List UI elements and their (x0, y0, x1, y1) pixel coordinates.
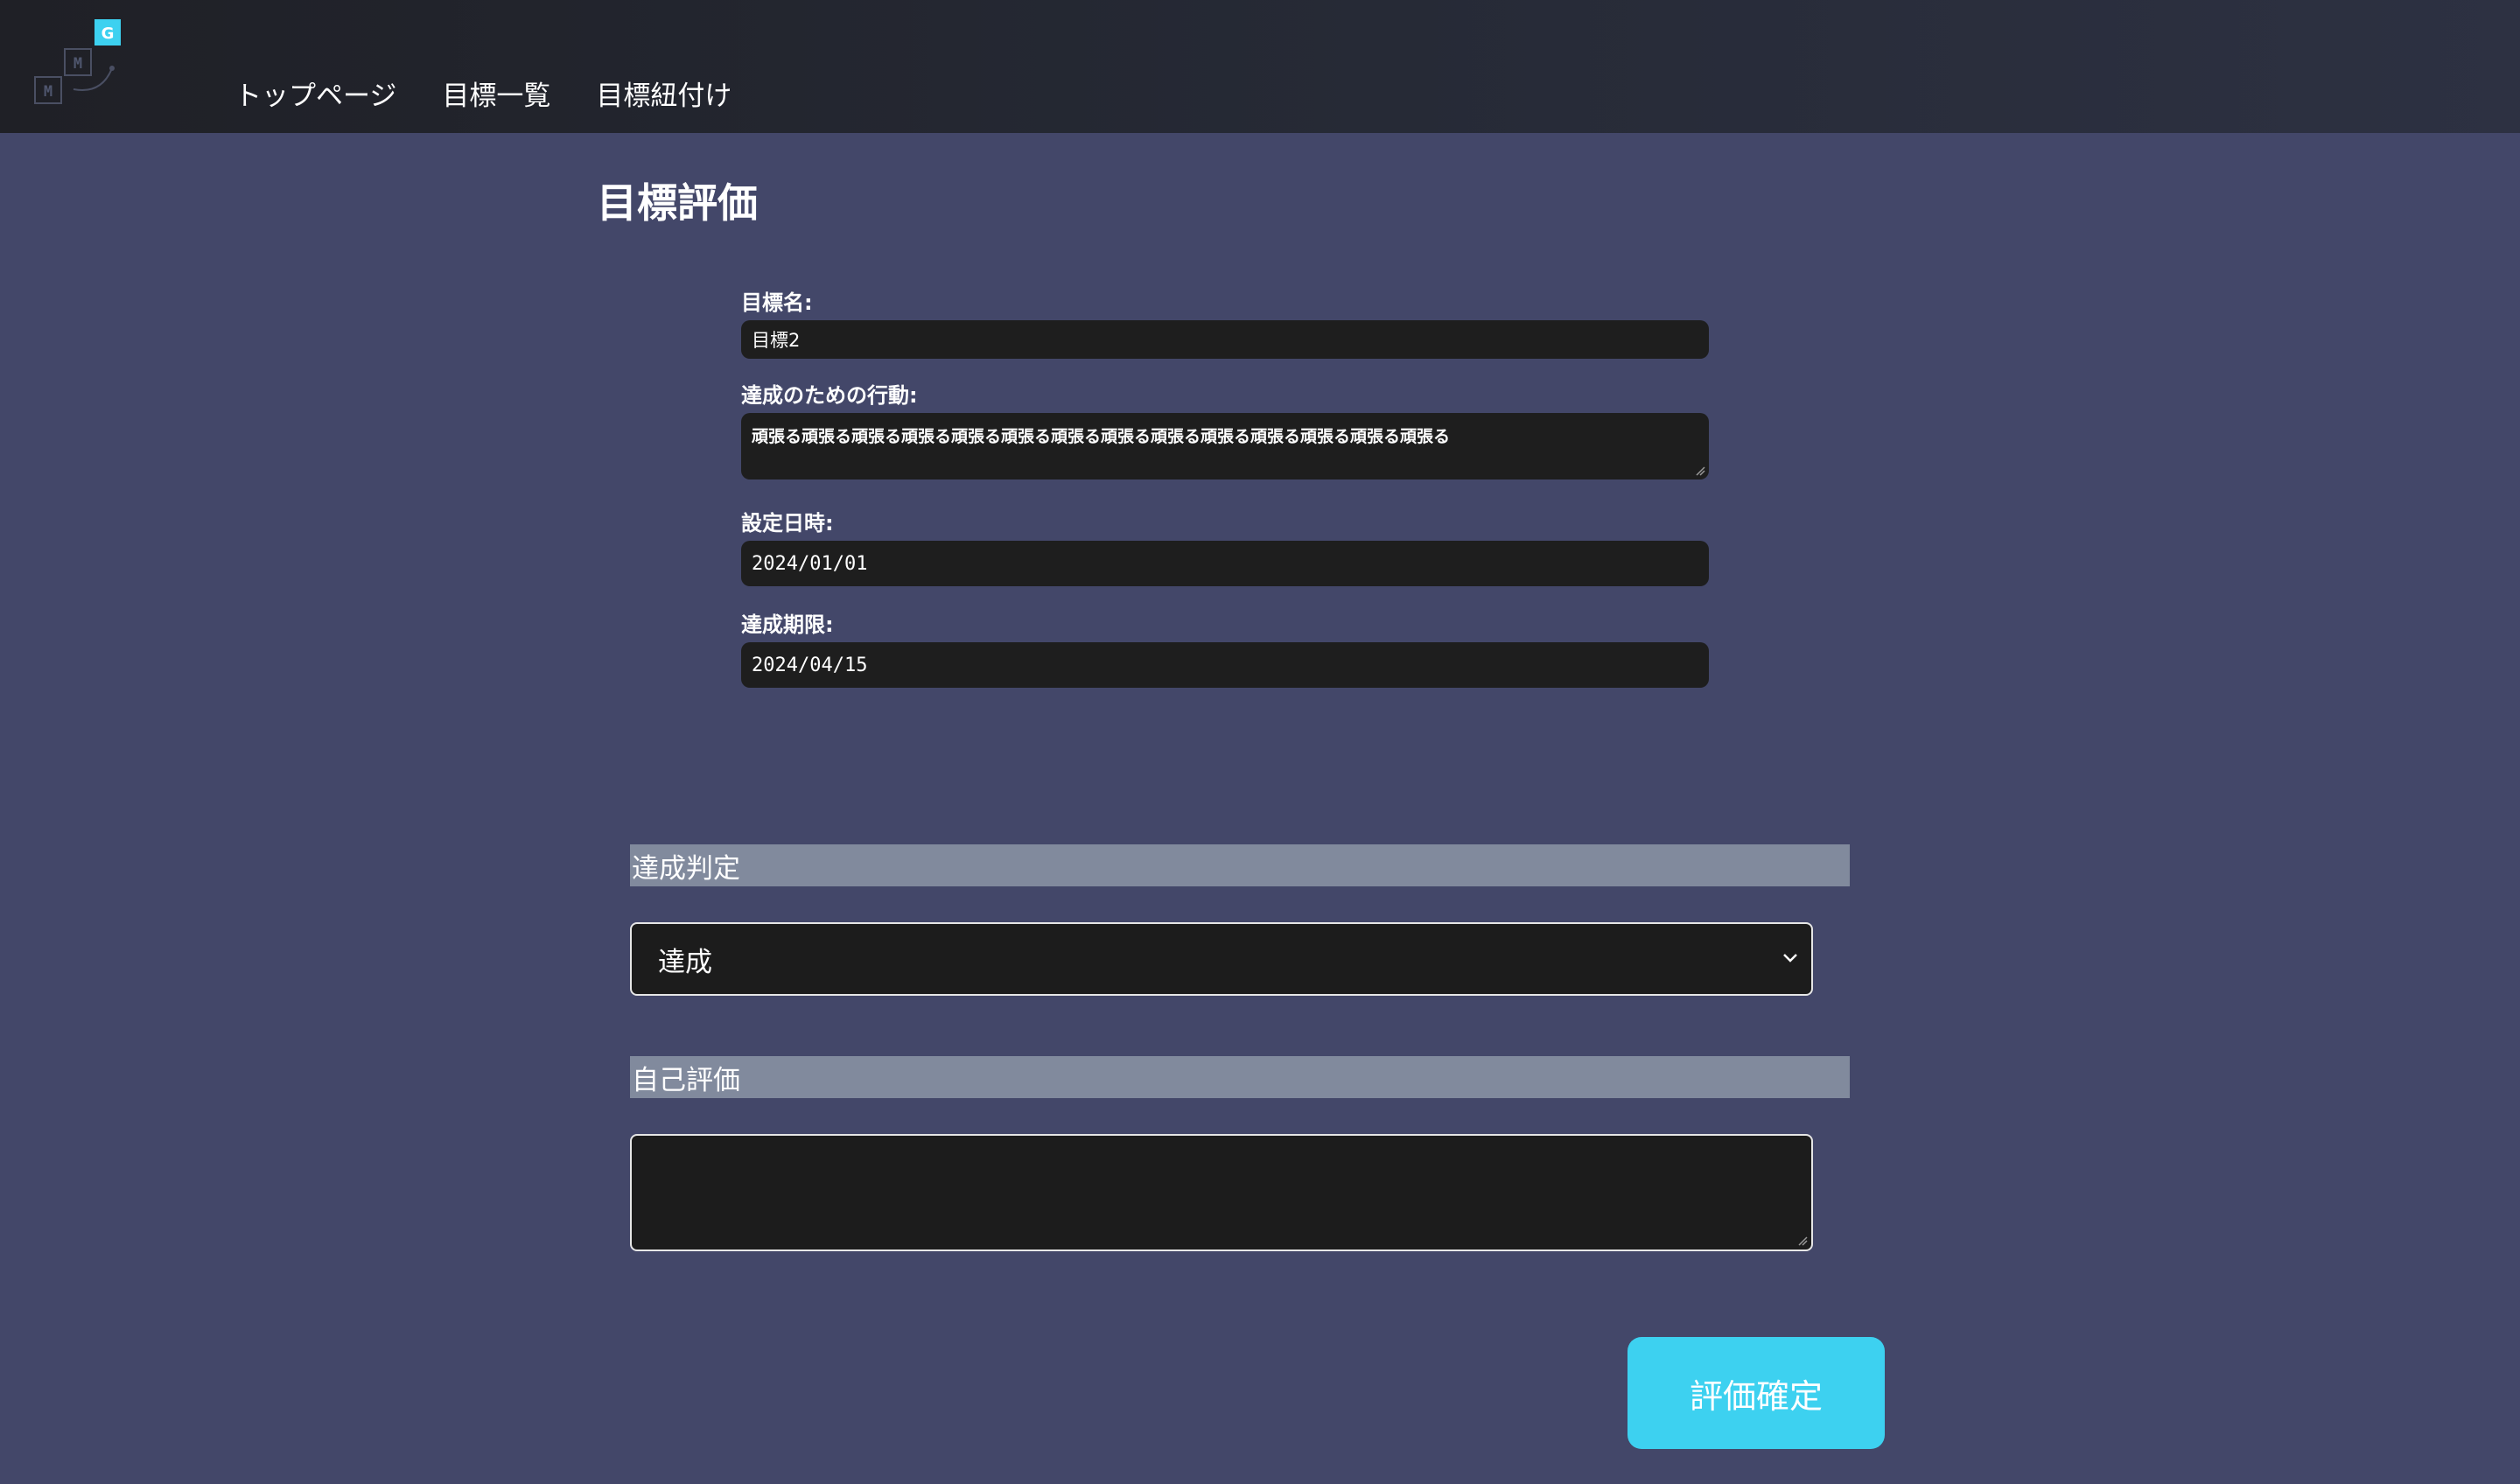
self-eval-textarea[interactable] (630, 1134, 1813, 1251)
nav-goal-list[interactable]: 目標一覧 (442, 74, 550, 113)
set-date-value: 2024/01/01 (752, 552, 868, 575)
goal-action-label: 達成のための行動: (741, 383, 918, 408)
logo-letter-m-bottom: M (44, 83, 52, 101)
top-header: G M M トップページ 目標一覧 目標紐付け (0, 0, 2520, 133)
self-eval-header: 自己評価 (630, 1056, 1850, 1098)
logo-icon: G M M (34, 19, 121, 104)
goal-name-field[interactable]: 目標2 (741, 320, 1709, 359)
judgement-header: 達成判定 (630, 844, 1850, 886)
deadline-value: 2024/04/15 (752, 654, 868, 676)
nav-goal-linking[interactable]: 目標紐付け (596, 74, 732, 113)
deadline-label: 達成期限: (741, 612, 834, 637)
resize-grip-icon[interactable] (1695, 466, 1705, 476)
set-date-label: 設定日時: (741, 511, 834, 536)
set-date-field[interactable]: 2024/01/01 (741, 541, 1709, 586)
confirm-evaluation-button[interactable]: 評価確定 (1628, 1337, 1885, 1449)
nav-top-page[interactable]: トップページ (234, 74, 396, 113)
goal-action-field[interactable]: 頑張る頑張る頑張る頑張る頑張る頑張る頑張る頑張る頑張る頑張る頑張る頑張る頑張る頑… (741, 413, 1709, 480)
main-nav: トップページ 目標一覧 目標紐付け (234, 72, 777, 114)
page-title: 目標評価 (597, 179, 758, 227)
goal-name-label: 目標名: (741, 290, 813, 315)
goal-name-value: 目標2 (752, 330, 801, 351)
resize-grip-icon[interactable] (1797, 1236, 1808, 1246)
chevron-down-icon (1783, 954, 1797, 962)
logo-letter-m-top: M (74, 55, 82, 73)
logo-letter-g: G (102, 24, 115, 43)
app-logo[interactable]: G M M (32, 18, 128, 108)
deadline-field[interactable]: 2024/04/15 (741, 642, 1709, 688)
judgement-select[interactable]: 達成 (630, 922, 1813, 996)
judgement-selected-value: 達成 (658, 946, 712, 978)
goal-action-value: 頑張る頑張る頑張る頑張る頑張る頑張る頑張る頑張る頑張る頑張る頑張る頑張る頑張る頑… (752, 427, 1451, 446)
